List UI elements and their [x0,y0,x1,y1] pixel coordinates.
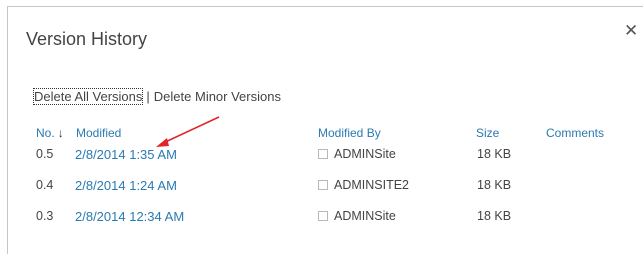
column-header-no[interactable]: No. ↓ [36,126,64,140]
modified-by-name[interactable]: ADMINSite [334,209,396,223]
actions-separator: | [146,89,150,104]
version-history-dialog: Version History ✕ Delete All Versions | De… [7,6,643,254]
delete-all-versions-link[interactable]: Delete All Versions [32,88,144,105]
modified-by-cell: ADMINSite [318,209,396,223]
checkbox-icon [318,211,328,221]
sort-descending-icon: ↓ [57,126,64,140]
version-number: 0.5 [36,147,54,161]
delete-minor-versions-link[interactable]: Delete Minor Versions [154,89,281,104]
version-number: 0.4 [36,178,54,192]
version-size: 18 KB [477,147,512,161]
checkbox-icon [318,180,328,190]
table-row: 0.3 2/8/2014 12:34 AM ADMINSite 18 KB [8,209,643,231]
column-header-no-label: No. [36,126,55,140]
version-number: 0.3 [36,209,54,223]
version-date-link[interactable]: 2/8/2014 1:24 AM [75,178,177,193]
checkbox-icon [318,149,328,159]
modified-by-name[interactable]: ADMINSite [334,147,396,161]
red-arrow-annotation [156,116,220,147]
version-actions: Delete All Versions | Delete Minor Version… [32,88,281,105]
column-header-size[interactable]: Size [476,126,499,140]
column-header-modified[interactable]: Modified [76,126,121,140]
column-header-modified-by[interactable]: Modified By [318,126,381,140]
version-date-link[interactable]: 2/8/2014 12:34 AM [75,209,184,224]
table-row: 0.5 2/8/2014 1:35 AM ADMINSite 18 KB [8,147,643,169]
close-icon[interactable]: ✕ [624,21,643,41]
modified-by-cell: ADMINSite [318,147,396,161]
modified-by-cell: ADMINSITE2 [318,178,409,192]
table-row: 0.4 2/8/2014 1:24 AM ADMINSITE2 18 KB [8,178,643,200]
version-size: 18 KB [477,178,512,192]
modified-by-name[interactable]: ADMINSITE2 [334,178,409,192]
dialog-title: Version History [26,29,148,49]
version-size: 18 KB [477,209,512,223]
column-header-comments[interactable]: Comments [546,126,604,140]
